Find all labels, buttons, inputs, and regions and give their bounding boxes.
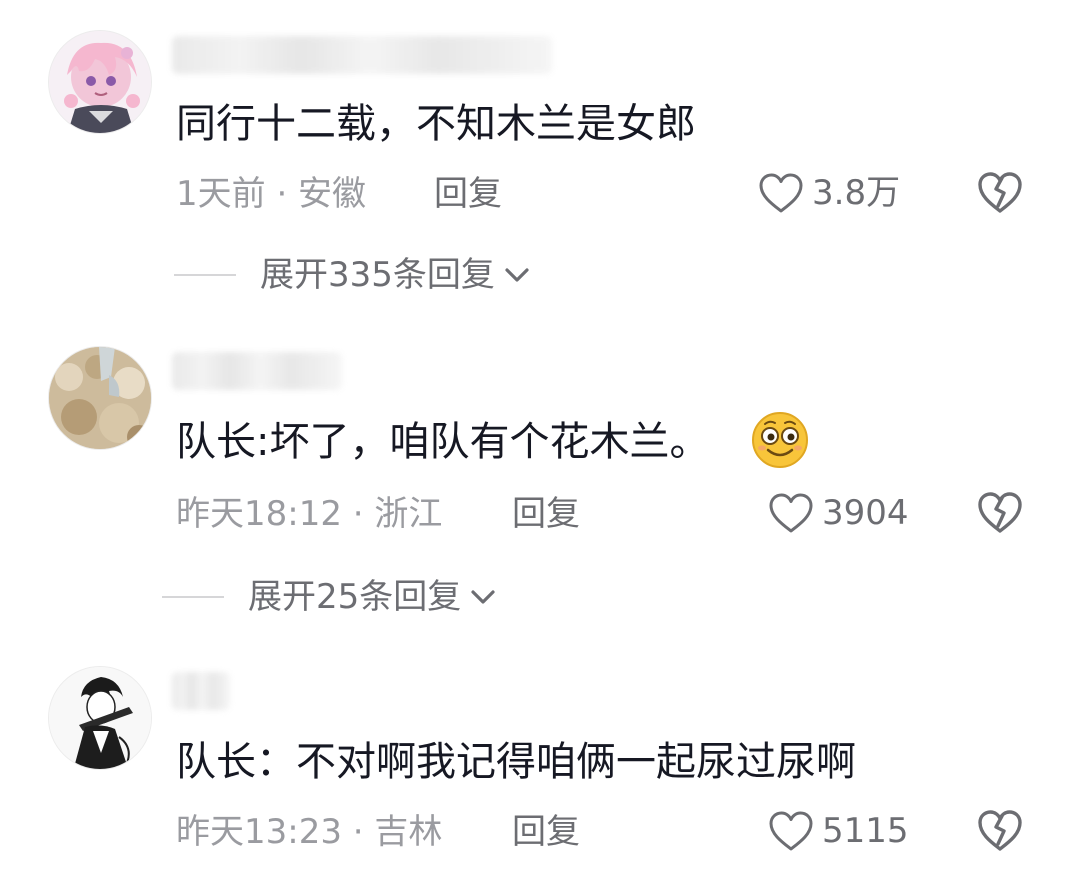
broken-heart-icon[interactable] <box>976 170 1024 214</box>
comment-text: 同行十二载，不知木兰是女郎 <box>176 101 696 147</box>
like-button[interactable]: 3.8万 <box>758 168 900 218</box>
comment-text: 队长:坏了，咱队有个花木兰。 <box>176 419 710 465</box>
animal-photo-avatar-image <box>49 347 151 449</box>
comment-text: 队长：不对啊我记得咱俩一起尿过尿啊 <box>176 739 856 785</box>
chevron-down-icon <box>471 590 495 604</box>
like-count: 3904 <box>822 493 909 533</box>
reply-button[interactable]: 回复 <box>512 810 580 854</box>
like-count: 3.8万 <box>812 173 901 213</box>
anime-girl-avatar-image <box>49 31 151 133</box>
chevron-down-icon <box>505 268 529 282</box>
expand-replies-label: 展开335条回复 <box>260 255 495 295</box>
avatar[interactable] <box>48 346 152 450</box>
heart-outline-icon <box>759 173 803 213</box>
like-button[interactable]: 3904 <box>768 488 909 538</box>
like-button[interactable]: 5115 <box>768 806 909 856</box>
comment-meta: 1天前 · 安徽 <box>176 174 367 214</box>
heart-outline-icon <box>769 493 813 533</box>
heart-outline-icon <box>769 811 813 851</box>
like-count: 5115 <box>822 811 909 851</box>
broken-heart-icon[interactable] <box>976 490 1024 534</box>
comment-meta: 昨天18:12 · 浙江 <box>176 494 443 534</box>
avatar[interactable] <box>48 30 152 134</box>
broken-heart-icon[interactable] <box>976 808 1024 852</box>
expand-replies-label: 展开25条回复 <box>248 577 462 617</box>
username-blurred[interactable] <box>172 352 342 390</box>
username-blurred[interactable] <box>172 672 230 710</box>
divider-dash <box>174 274 236 276</box>
divider-dash <box>162 596 224 598</box>
avatar[interactable] <box>48 666 152 770</box>
smiling-face-emoji <box>752 412 808 468</box>
expand-replies-button[interactable]: 展开25条回复 <box>162 572 497 622</box>
ink-character-avatar-image <box>49 667 151 769</box>
comment-meta: 昨天13:23 · 吉林 <box>176 812 443 852</box>
reply-button[interactable]: 回复 <box>434 172 502 216</box>
expand-replies-button[interactable]: 展开335条回复 <box>174 250 531 300</box>
username-blurred[interactable] <box>172 36 552 74</box>
reply-button[interactable]: 回复 <box>512 492 580 536</box>
